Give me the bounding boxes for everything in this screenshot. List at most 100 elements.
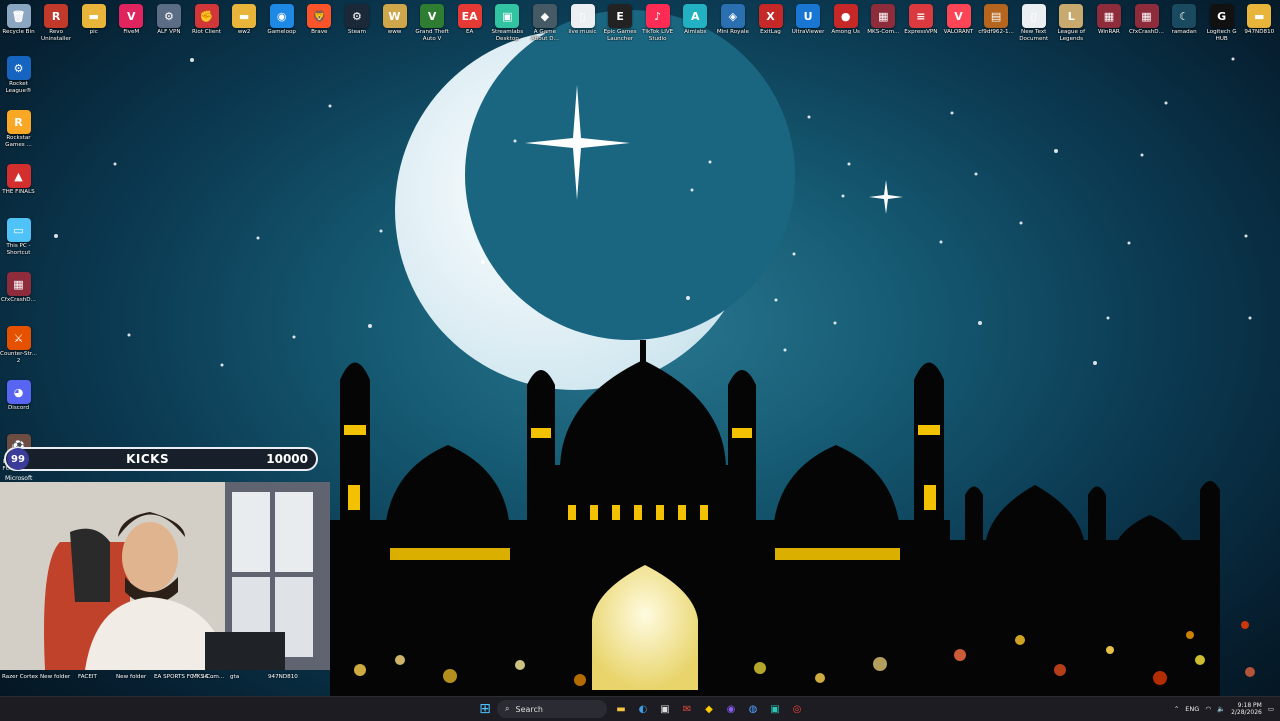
desktop-icon[interactable]: ▦ WinRAR: [1090, 0, 1127, 36]
desktop-icon[interactable]: ◈ Mini Royale: [714, 0, 751, 36]
desktop-icon-label: UltraViewer: [791, 29, 825, 35]
this-pc-icon: ▭: [6, 218, 31, 242]
desktop-icon-label: cf9df962-1...: [978, 29, 1014, 35]
desktop-icon[interactable]: ▬ ww2: [226, 0, 263, 36]
app2-icon[interactable]: ◉: [722, 700, 740, 718]
kicks-overlay-bar: 99 KICKS 10000: [4, 447, 318, 471]
clock[interactable]: 9:18 PM 2/28/2026: [1231, 702, 1262, 717]
notification-icon[interactable]: ▭: [1268, 705, 1274, 713]
desktop-icon[interactable]: ▭ This PC - Shortcut: [0, 218, 37, 268]
desktop-icon[interactable]: EA EA: [451, 0, 488, 36]
desktop-icon[interactable]: L League of Legends: [1053, 0, 1090, 42]
desktop-icon[interactable]: ⚙ ALF VPN: [150, 0, 187, 36]
desktop-icon[interactable]: G Logitech G HUB: [1203, 0, 1240, 42]
desktop-icon-label: MKS-Com...: [867, 29, 900, 35]
desktop-icon[interactable]: ▬ 947ND810: [1241, 0, 1278, 36]
desktop-icon[interactable]: ◉ Gameloop: [263, 0, 300, 36]
desktop-icon[interactable]: ✊ Riot Client: [188, 0, 225, 36]
desktop-icon[interactable]: 🦁 Brave: [301, 0, 338, 36]
desktop-icon-label: Among Us: [831, 29, 860, 35]
mosque-silhouette: [330, 340, 1220, 700]
start-button[interactable]: ⊞: [476, 700, 494, 718]
exitlag-icon: X: [758, 4, 783, 28]
chrome-icon[interactable]: ◎: [788, 700, 806, 718]
file-explorer-icon[interactable]: ▬: [612, 700, 630, 718]
recycle-bin-icon: 🗑: [6, 4, 31, 28]
desktop-icon[interactable]: ▤ cf9df962-1...: [978, 0, 1015, 36]
desktop-icon-label: 947ND810: [1244, 29, 1275, 35]
the-finals-icon: ▲: [6, 164, 31, 188]
streamlabs-taskbar-icon[interactable]: ▣: [766, 700, 784, 718]
language-indicator[interactable]: ENG: [1185, 705, 1199, 713]
desktop-icon-label[interactable]: MKS-Com...: [192, 674, 224, 680]
desktop-icon-label[interactable]: gta: [230, 674, 239, 680]
desktop-icon[interactable]: R Revo Uninstaller: [38, 0, 75, 42]
desktop-icon-label: ExitLag: [760, 29, 781, 35]
desktop-icon[interactable]: ▲ THE FINALS: [0, 164, 37, 214]
desktop-icon[interactable]: V Grand Theft Auto V: [414, 0, 451, 42]
desktop-icon-label: Gameloop: [267, 29, 296, 35]
image-icon: ☾: [1172, 4, 1197, 28]
desktop-icon-label: Rocket League®: [5, 81, 32, 94]
desktop-icon-label[interactable]: FACEIT: [78, 674, 97, 680]
desktop-icon[interactable]: ⚔ Counter-Str... 2: [0, 326, 37, 376]
desktop-icon-label: Mini Royale: [716, 29, 749, 35]
desktop-icon-label[interactable]: Razer Cortex: [2, 674, 38, 680]
brave-icon: 🦁: [307, 4, 332, 28]
taskbar-search-box[interactable]: ⌕ Search: [497, 700, 607, 718]
desktop-icon[interactable]: ▦ MKS-Com...: [865, 0, 902, 36]
search-placeholder: Search: [515, 704, 543, 714]
desktop-icon[interactable]: 🗑 Recycle Bin: [0, 0, 37, 36]
gta-icon: V: [420, 4, 445, 28]
desktop-icon-label[interactable]: 947ND810: [268, 674, 298, 680]
edge-icon[interactable]: ◐: [634, 700, 652, 718]
desktop-icon-label: TikTok LIVE Studio: [642, 29, 674, 42]
desktop-icon[interactable]: ⚙ Steam: [338, 0, 375, 36]
desktop-icon[interactable]: ☾ ramadan: [1166, 0, 1203, 36]
desktop-icon-label: Brave: [311, 29, 328, 35]
desktop-icons-top-row: 🗑 Recycle Bin R Revo Uninstaller ▬ pic V FiveM ⚙…: [0, 0, 1280, 46]
desktop-icon[interactable]: U UltraViewer: [790, 0, 827, 36]
desktop-icon[interactable]: ▦ CfxCrashD...: [0, 272, 37, 322]
desktop-icon[interactable]: E Epic Games Launcher: [602, 0, 639, 42]
desktop-icon-label: Grand Theft Auto V: [415, 29, 449, 42]
desktop-icons-left-column: ⚙ Rocket League® R Rockstar Games ... ▲ THE F…: [0, 52, 37, 484]
desktop-icon[interactable]: Wwww: [376, 0, 413, 36]
winrar-icon: ▦: [871, 4, 896, 28]
desktop-icon-label[interactable]: New folder: [40, 674, 70, 680]
desktop-icon-label: Recycle Bin: [2, 29, 35, 35]
riot-icon: ✊: [194, 4, 219, 28]
desktop-icon[interactable]: ≡ ExpressVPN: [902, 0, 939, 36]
league-icon: L: [1059, 4, 1084, 28]
folder-icon: ▬: [81, 4, 106, 28]
desktop-icon[interactable]: ▯ New Text Document: [1015, 0, 1052, 42]
desktop-icon[interactable]: A Aimlabs: [677, 0, 714, 36]
mail-icon[interactable]: ✉: [678, 700, 696, 718]
desktop-icon[interactable]: V VALORANT: [940, 0, 977, 36]
volume-icon[interactable]: 🔈: [1217, 705, 1225, 713]
desktop-icon[interactable]: X ExitLag: [752, 0, 789, 36]
desktop-icon[interactable]: ▣ Streamlabs Desktop: [489, 0, 526, 42]
desktop-icon-label[interactable]: New folder: [116, 674, 146, 680]
desktop-icon[interactable]: ▦ CfxCrashD...: [1128, 0, 1165, 36]
epic-icon: E: [608, 4, 633, 28]
desktop-icon[interactable]: ♪ TikTok LIVE Studio: [639, 0, 676, 42]
desktop-icon[interactable]: ▯ live music: [564, 0, 601, 36]
desktop-icon-label: WinRAR: [1097, 29, 1120, 35]
desktop-icon[interactable]: ◕ Discord: [0, 380, 37, 430]
desktop-icon[interactable]: ▬ pic: [75, 0, 112, 36]
store-icon[interactable]: ▣: [656, 700, 674, 718]
wifi-icon[interactable]: ◠: [1205, 705, 1211, 713]
desktop-icon-label: CfxCrashD...: [1129, 29, 1164, 35]
desktop-icon[interactable]: ● Among Us: [827, 0, 864, 36]
chrome-like-icon[interactable]: ◍: [744, 700, 762, 718]
desktop-icon[interactable]: ◆ A Game About D...: [526, 0, 563, 42]
desktop-icon[interactable]: R Rockstar Games ...: [0, 110, 37, 160]
desktop-icon-label: VALORANT: [943, 29, 974, 35]
winrar-icon: ▦: [1134, 4, 1159, 28]
desktop-icon[interactable]: V FiveM: [113, 0, 150, 36]
desktop-icon[interactable]: ⚙ Rocket League®: [0, 56, 37, 106]
desktop-icon-label: THE FINALS: [2, 189, 35, 195]
chevron-up-icon[interactable]: ⌃: [1174, 705, 1179, 713]
app-icon[interactable]: ◆: [700, 700, 718, 718]
